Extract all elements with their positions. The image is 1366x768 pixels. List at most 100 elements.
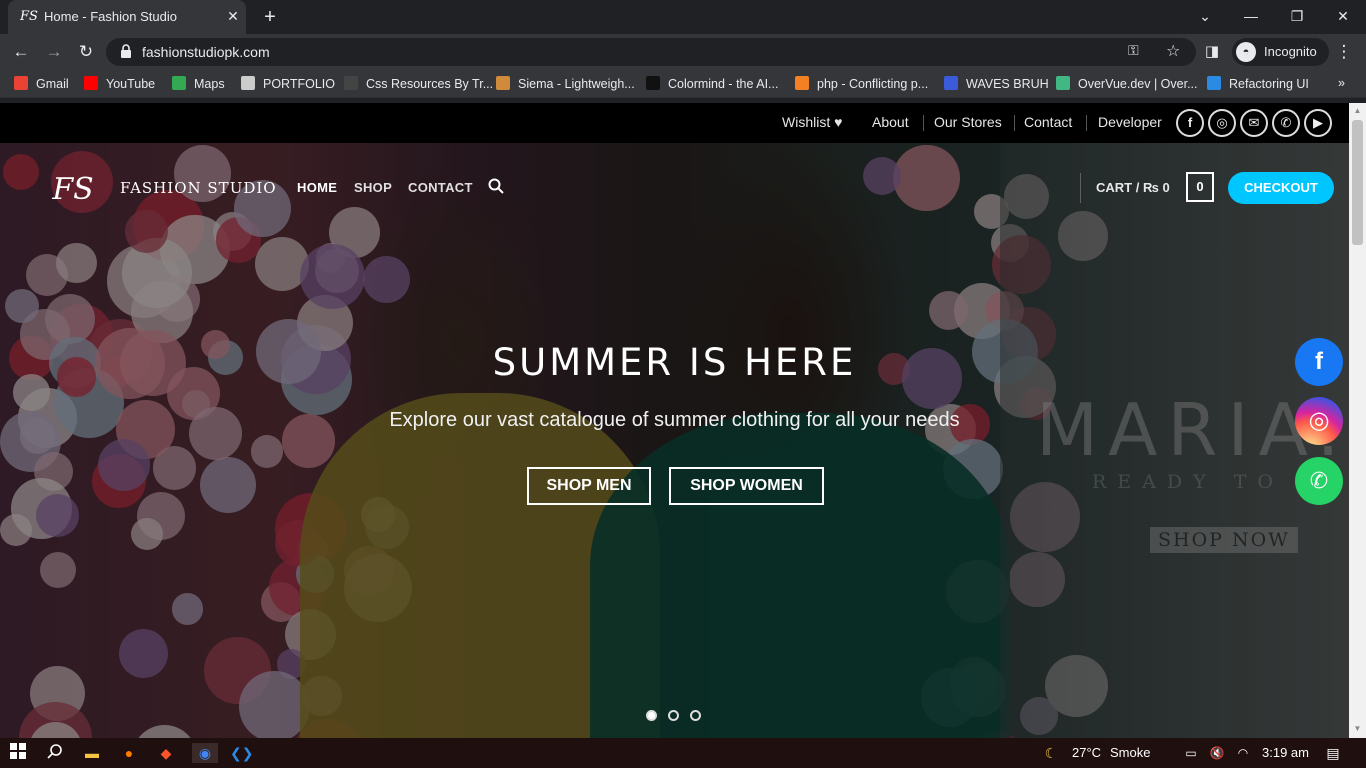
bookmark-item[interactable]: WAVES BRUH (944, 76, 1049, 91)
bookmark-item[interactable]: Maps (172, 76, 225, 91)
nav-shop[interactable]: SHOP (354, 180, 392, 195)
cart-divider (1080, 173, 1081, 203)
new-tab-button[interactable]: + (258, 5, 282, 29)
bookmark-label: Siema - Lightweigh... (518, 77, 635, 91)
bookmark-item[interactable]: Siema - Lightweigh... (496, 76, 635, 91)
brave-icon[interactable]: ◆ (155, 743, 177, 763)
bookmark-item[interactable]: Refactoring UI (1207, 76, 1309, 91)
taskbar-search-icon[interactable] (44, 743, 66, 763)
wifi-icon[interactable]: ◠ (1232, 743, 1254, 763)
hero-slider: MARIA. READY TO W SHOP NOW FS FASHION ST… (0, 143, 1349, 738)
email-icon[interactable]: ✉ (1240, 109, 1268, 137)
bookmark-item[interactable]: Css Resources By Tr... (344, 76, 493, 91)
bookmark-favicon-icon (795, 76, 809, 90)
facebook-icon[interactable]: f (1176, 109, 1204, 137)
brand-name[interactable]: FASHION STUDIO (120, 179, 277, 197)
bookmark-item[interactable]: php - Conflicting p... (795, 76, 928, 91)
bookmark-favicon-icon (14, 76, 28, 90)
scroll-up-arrow-icon[interactable]: ▲ (1352, 106, 1363, 118)
developer-link[interactable]: Developer (1098, 114, 1162, 130)
logo[interactable]: FS (42, 165, 104, 215)
bookmark-item[interactable]: Gmail (14, 76, 69, 91)
incognito-badge[interactable]: ◓ Incognito (1232, 38, 1329, 66)
browser-tab[interactable]: FS Home - Fashion Studio ✕ (8, 0, 246, 34)
clock-time[interactable]: 3:19 am (1262, 745, 1309, 760)
bookmark-item[interactable]: PORTFOLIO (241, 76, 335, 91)
slider-dot[interactable] (646, 710, 657, 721)
nav-home[interactable]: HOME (297, 180, 337, 195)
tab-search-icon[interactable]: ⌄ (1192, 4, 1218, 28)
close-tab-icon[interactable]: ✕ (224, 7, 242, 25)
reload-icon[interactable]: ↻ (74, 40, 98, 64)
more-bookmarks-icon[interactable]: » (1338, 76, 1345, 90)
about-link[interactable]: About (872, 114, 909, 130)
cart-count-badge[interactable]: 0 (1186, 172, 1214, 202)
bookmark-label: Maps (194, 77, 225, 91)
minimize-button[interactable]: — (1238, 4, 1264, 28)
tab-title: Home - Fashion Studio (44, 9, 177, 24)
menu-dots-icon[interactable]: ⋮ (1332, 40, 1356, 64)
scroll-down-arrow-icon[interactable]: ▼ (1352, 724, 1363, 736)
bookmark-label: Colormind - the AI... (668, 77, 779, 91)
bookmark-label: Css Resources By Tr... (366, 77, 494, 91)
slider-dot[interactable] (668, 710, 679, 721)
floating-instagram-glyph: ◎ (1308, 407, 1330, 434)
forward-arrow-icon[interactable]: → (42, 40, 66, 64)
bookmark-item[interactable]: OverVue.dev | Over... (1056, 76, 1198, 91)
bookmark-favicon-icon (646, 76, 660, 90)
url-text[interactable]: fashionstudiopk.com (142, 44, 270, 60)
bookmark-star-icon[interactable]: ☆ (1166, 41, 1180, 61)
lock-icon[interactable] (120, 44, 134, 60)
close-window-button[interactable]: ✕ (1330, 4, 1356, 28)
weather-temperature[interactable]: 27°C (1072, 745, 1101, 760)
fashion-studio-favicon-icon: FS (20, 9, 38, 24)
back-arrow-icon[interactable]: ← (9, 40, 33, 64)
nav-contact[interactable]: CONTACT (408, 180, 473, 195)
bookmark-item[interactable]: YouTube (84, 76, 155, 91)
floating-whatsapp-icon[interactable]: ✆ (1295, 457, 1343, 505)
firefox-icon[interactable]: ● (118, 743, 140, 763)
top-divider (1014, 115, 1015, 131)
slider-dot[interactable] (690, 710, 701, 721)
floating-instagram-icon[interactable]: ◎ (1295, 397, 1343, 445)
bookmark-favicon-icon (1056, 76, 1070, 90)
wishlist-link[interactable]: Wishlist ♥ (782, 114, 842, 130)
instagram-icon[interactable]: ◎ (1208, 109, 1236, 137)
our-stores-link[interactable]: Our Stores (934, 114, 1002, 130)
browser-toolbar: ← → ↻ fashionstudiopk.com ⚿ ☆ ◨ ◓ Incogn… (0, 34, 1366, 70)
youtube-icon[interactable]: ▶ (1304, 109, 1332, 137)
search-icon[interactable] (488, 178, 504, 198)
maximize-button[interactable]: ❐ (1284, 4, 1310, 28)
battery-icon[interactable]: ▭ (1180, 743, 1202, 763)
weather-label[interactable]: Smoke (1110, 745, 1150, 760)
scrollbar-thumb[interactable] (1352, 120, 1363, 245)
windows-start-icon[interactable] (7, 743, 29, 763)
weather-moon-icon: ☾ (1044, 745, 1058, 761)
bookmark-favicon-icon (496, 76, 510, 90)
hero-title: SUMMER IS HERE (492, 341, 857, 384)
address-bar[interactable]: fashionstudiopk.com ⚿ ☆ (106, 38, 1196, 66)
shop-men-button[interactable]: SHOP MEN (527, 467, 651, 505)
file-explorer-icon[interactable]: ▬ (81, 743, 103, 763)
password-key-icon[interactable]: ⚿ (1128, 42, 1139, 59)
chrome-icon[interactable]: ◉ (192, 743, 218, 763)
bookmark-item[interactable]: Colormind - the AI... (646, 76, 778, 91)
floating-facebook-icon[interactable]: f (1295, 338, 1343, 386)
side-panel-icon[interactable]: ◨ (1200, 40, 1224, 64)
windows-taskbar: ▬ ● ◆ ◉ ❮❯ ☾ 27°C Smoke ▭ 🔇 ◠ 3:19 am ▤ (0, 738, 1366, 768)
contact-link[interactable]: Contact (1024, 114, 1072, 130)
checkout-button[interactable]: CHECKOUT (1228, 172, 1334, 204)
volume-muted-icon[interactable]: 🔇 (1206, 743, 1228, 763)
shop-women-button[interactable]: SHOP WOMEN (669, 467, 824, 505)
phone-icon[interactable]: ✆ (1272, 109, 1300, 137)
floating-facebook-glyph: f (1315, 348, 1323, 375)
bookmarks-bar: Gmail YouTube Maps PORTFOLIO Css Resources B… (0, 70, 1366, 98)
bookmark-label: YouTube (106, 77, 156, 91)
bookmark-favicon-icon (344, 76, 358, 90)
incognito-label: Incognito (1264, 44, 1317, 59)
cart-link[interactable]: CART / ₨ 0 (1096, 180, 1170, 195)
bookmark-label: php - Conflicting p... (817, 77, 929, 91)
bookmark-favicon-icon (241, 76, 255, 90)
notifications-icon[interactable]: ▤ (1322, 743, 1344, 763)
vscode-icon[interactable]: ❮❯ (230, 743, 253, 763)
